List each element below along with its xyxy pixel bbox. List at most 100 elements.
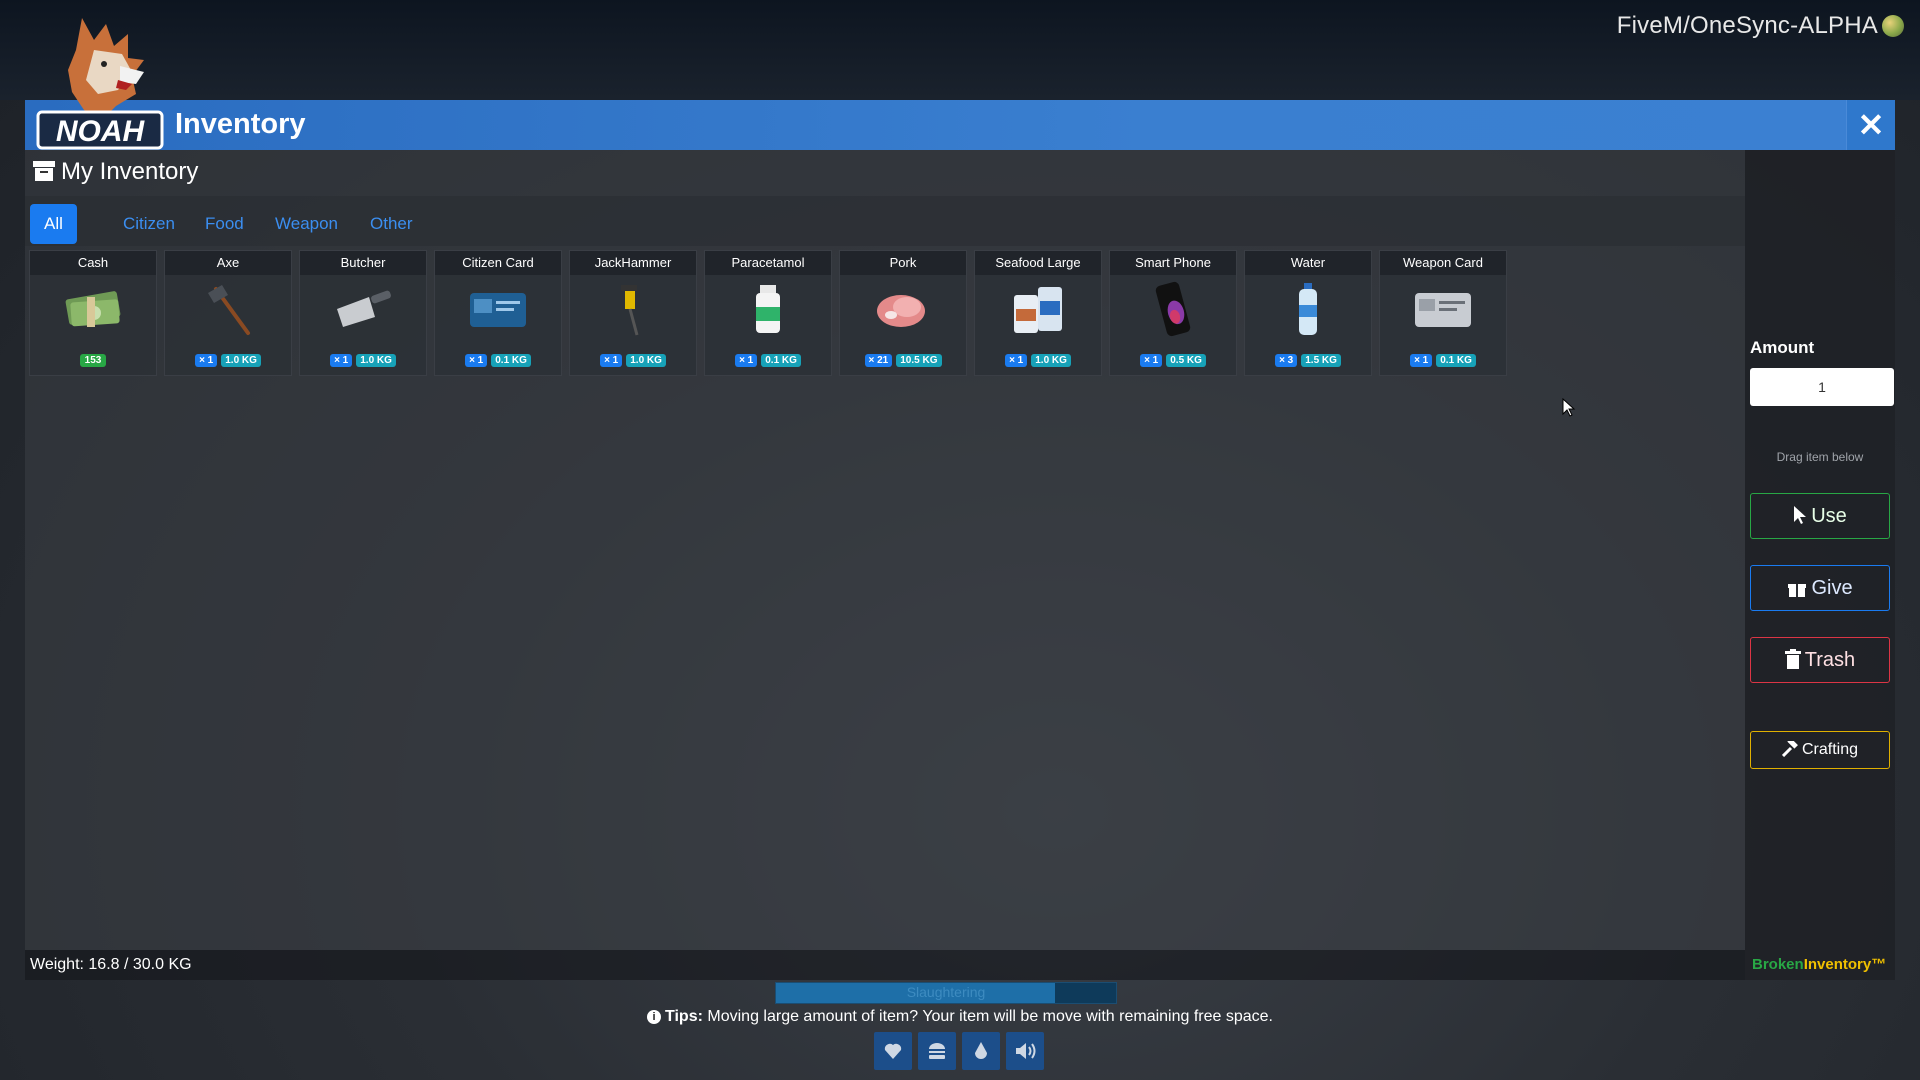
item-slot-weapon-card[interactable]: Weapon Card × 1 0.1 KG [1379,250,1507,376]
thirst-status [962,1032,1000,1070]
weapon-card-icon [1415,293,1471,327]
count-badge: × 1 [1005,354,1028,367]
heart-icon [884,1043,902,1059]
tab-weapon[interactable]: Weapon [261,204,352,244]
count-badge: × 1 [600,354,623,367]
item-name: Weapon Card [1380,251,1506,275]
item-name: Paracetamol [705,251,831,275]
window-title: Inventory [175,108,306,140]
item-badges: × 1 1.0 KG [165,354,291,367]
item-badges: × 1 1.0 KG [300,354,426,367]
item-name: Pork [840,251,966,275]
count-badge: × 1 [195,354,218,367]
burger-icon [929,1043,945,1059]
tab-all[interactable]: All [30,204,77,244]
item-slot-paracetamol[interactable]: Paracetamol × 1 0.1 KG [704,250,832,376]
tips-label: Tips: [665,1008,703,1025]
use-label: Use [1811,505,1847,527]
trash-button[interactable]: Trash [1750,637,1890,683]
category-tabs: All Citizen Food Weapon Other [25,196,1745,246]
weight-badge: 1.0 KG [356,354,396,367]
count-badge: × 1 [1140,354,1163,367]
count-badge: × 1 [465,354,488,367]
tab-food[interactable]: Food [191,204,258,244]
tips-message: Moving large amount of item? Your item w… [702,1008,1273,1025]
cash-icon [65,291,121,327]
water-bottle-icon [1299,283,1317,335]
crafting-label: Crafting [1801,741,1859,758]
noah-wolf-logo: NOAH [36,18,164,150]
item-badges: × 3 1.5 KG [1245,354,1371,367]
item-name: Seafood Large [975,251,1101,275]
water-drop-icon [975,1042,987,1059]
count-badge: × 1 [1410,354,1433,367]
item-badges: × 1 1.0 KG [975,354,1101,367]
hunger-status [918,1032,956,1070]
item-badges: × 1 1.0 KG [570,354,696,367]
weight-badge: 0.1 KG [1436,354,1476,367]
item-name: Butcher [300,251,426,275]
tips-text: i Tips: Moving large amount of item? Your… [0,1008,1920,1026]
amount-input[interactable] [1750,368,1894,406]
action-sidebar: Amount Drag item below Use Give Trash Cr… [1745,150,1895,980]
crafting-button[interactable]: Crafting [1750,731,1890,769]
item-name: Smart Phone [1110,251,1236,275]
item-slot-butcher[interactable]: Butcher × 1 1.0 KG [299,250,427,376]
count-badge: × 3 [1275,354,1298,367]
item-name: JackHammer [570,251,696,275]
trash-label: Trash [1804,649,1856,671]
archive-box-icon [33,161,55,181]
globe-icon [1882,15,1904,37]
item-slot-axe[interactable]: Axe × 1 1.0 KG [164,250,292,376]
voice-status [1006,1032,1044,1070]
weight-badge: 0.1 KG [491,354,531,367]
item-badges: × 1 0.1 KG [705,354,831,367]
server-name: FiveM/OneSync-ALPHA [1616,12,1878,39]
phone-icon [1155,281,1191,337]
weight-footer: Weight: 16.8 / 30.0 KG [25,950,1745,980]
weight-badge: 1.0 KG [1031,354,1071,367]
item-badges: × 1 0.1 KG [435,354,561,367]
item-slot-smart-phone[interactable]: Smart Phone × 1 0.5 KG [1109,250,1237,376]
item-name: Water [1245,251,1371,275]
inventory-panel: My Inventory All Citizen Food Weapon Oth… [25,150,1745,950]
item-name: Cash [30,251,156,275]
svg-text:NOAH: NOAH [56,115,146,148]
pork-icon [877,295,925,327]
panel-header: My Inventory [33,158,198,186]
give-label: Give [1811,577,1853,599]
item-slot-citizen-card[interactable]: Citizen Card × 1 0.1 KG [434,250,562,376]
item-slot-seafood-large[interactable]: Seafood Large × 1 1.0 KG [974,250,1102,376]
item-badges: × 1 0.5 KG [1110,354,1236,367]
count-badge: × 21 [864,354,893,367]
inventory-window: Inventory ✕ My Inventory All Citizen Foo… [25,100,1895,980]
item-slot-jackhammer[interactable]: JackHammer × 1 1.0 KG [569,250,697,376]
drag-hint: Drag item below [1776,450,1864,464]
health-status [874,1032,912,1070]
mouse-cursor-icon [1562,398,1576,417]
amount-label: Amount [1750,338,1815,357]
item-slot-water[interactable]: Water × 3 1.5 KG [1244,250,1372,376]
give-button[interactable]: Give [1750,565,1890,611]
pill-bottle-icon [756,285,780,333]
weight-badge: 1.0 KG [221,354,261,367]
tab-citizen[interactable]: Citizen [109,204,189,244]
weight-badge: 1.5 KG [1301,354,1341,367]
count-badge: × 1 [330,354,353,367]
item-slot-cash[interactable]: Cash 153 [29,250,157,376]
close-button[interactable]: ✕ [1846,100,1895,150]
pointer-icon [1794,506,1807,524]
seafood-icon [1014,287,1062,333]
brand-text: BrokenInventory™ [1752,956,1887,973]
jackhammer-icon [621,285,639,336]
item-badges: 153 [30,354,156,367]
count-badge: × 1 [735,354,758,367]
cleaver-icon [337,290,391,327]
cash-amount-badge: 153 [79,354,107,367]
use-button[interactable]: Use [1750,493,1890,539]
tab-other[interactable]: Other [356,204,427,244]
item-badges: × 1 0.1 KG [1380,354,1506,367]
axe-icon [208,285,250,335]
hammer-icon [1781,738,1798,758]
item-slot-pork[interactable]: Pork × 21 10.5 KG [839,250,967,376]
